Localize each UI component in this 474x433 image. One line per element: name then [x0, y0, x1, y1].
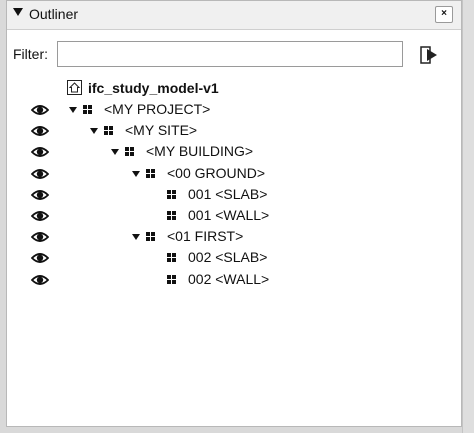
visibility-eye-icon[interactable]	[31, 273, 49, 287]
panel-titlebar[interactable]: Outliner ×	[7, 1, 461, 30]
tree-row[interactable]: 001 <WALL>	[7, 206, 461, 227]
tree-item-label: 002 <WALL>	[188, 270, 270, 287]
expand-triangle-icon[interactable]	[132, 234, 140, 241]
expand-triangle-icon[interactable]	[132, 170, 140, 177]
expand-triangle-icon[interactable]	[69, 107, 77, 113]
tree-item-label: <MY BUILDING>	[146, 143, 254, 160]
component-icon	[146, 168, 155, 178]
model-name: ifc_study_model-v1	[88, 80, 219, 96]
component-icon	[167, 274, 176, 284]
tree-item-label: <00 GROUND>	[167, 164, 266, 181]
tree-row[interactable]: <MY BUILDING>	[7, 142, 461, 163]
tree-row[interactable]: <MY SITE>	[7, 121, 461, 142]
panel-title: Outliner	[29, 6, 79, 22]
component-icon	[167, 211, 176, 220]
model-house-icon	[67, 80, 82, 95]
details-arrow-icon[interactable]	[419, 45, 439, 65]
tree-row[interactable]: <01 FIRST>	[7, 227, 461, 248]
tree-row[interactable]: 001 <SLAB>	[7, 185, 461, 206]
visibility-eye-icon[interactable]	[31, 209, 49, 223]
tree-root-row[interactable]: ifc_study_model-v1	[7, 79, 461, 100]
tree-item-label: <MY PROJECT>	[104, 101, 211, 117]
tree-row[interactable]: 002 <SLAB>	[7, 248, 461, 269]
tree-item-label: 002 <SLAB>	[188, 249, 268, 266]
tree-row[interactable]: 002 <WALL>	[7, 270, 461, 291]
visibility-eye-icon[interactable]	[31, 145, 49, 159]
expand-triangle-icon[interactable]	[90, 128, 98, 135]
visibility-eye-icon[interactable]	[31, 124, 49, 138]
component-icon	[83, 105, 92, 114]
filter-label: Filter:	[13, 46, 48, 62]
scrollbar[interactable]	[462, 0, 474, 433]
tree-item-label: <01 FIRST>	[167, 228, 244, 245]
visibility-eye-icon[interactable]	[31, 188, 49, 202]
tree-row[interactable]: <MY PROJECT>	[7, 100, 461, 121]
tree-item-label: 001 <SLAB>	[188, 185, 268, 202]
tree-row[interactable]: <00 GROUND>	[7, 164, 461, 185]
outliner-panel: Outliner × Filter: ifc_study_model-v1 <M…	[6, 0, 462, 427]
filter-input[interactable]	[57, 41, 403, 67]
expand-triangle-icon[interactable]	[111, 149, 119, 156]
visibility-eye-icon[interactable]	[31, 167, 49, 181]
collapse-triangle-icon[interactable]	[13, 8, 23, 16]
component-icon	[104, 126, 113, 136]
visibility-eye-icon[interactable]	[31, 251, 49, 265]
visibility-eye-icon[interactable]	[31, 230, 49, 244]
component-icon	[146, 232, 155, 242]
component-icon	[125, 147, 134, 157]
tree-item-label: <MY SITE>	[125, 122, 198, 139]
component-icon	[167, 253, 176, 263]
component-icon	[167, 189, 176, 199]
visibility-eye-icon[interactable]	[31, 103, 49, 117]
close-button[interactable]: ×	[435, 6, 453, 23]
tree-item-label: 001 <WALL>	[188, 207, 270, 223]
